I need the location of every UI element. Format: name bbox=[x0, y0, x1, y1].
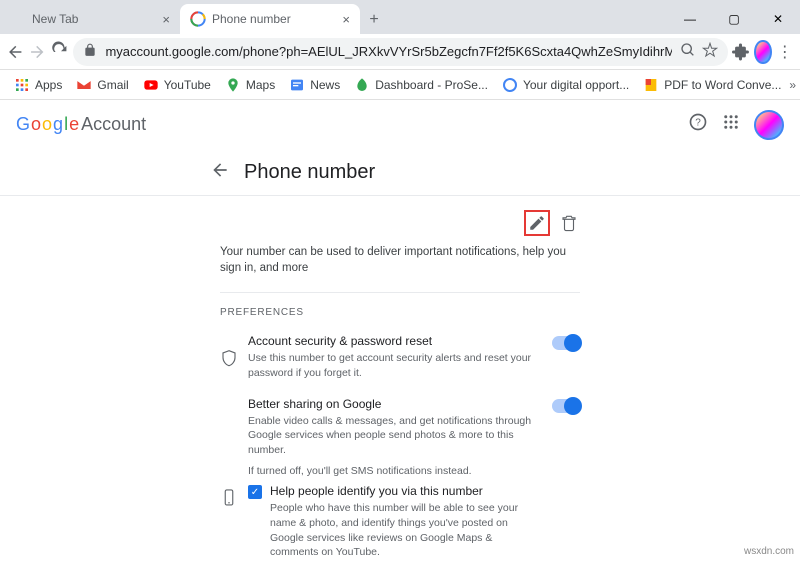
shield-icon bbox=[220, 334, 238, 380]
product-name: Account bbox=[81, 114, 146, 135]
browser-toolbar: myaccount.google.com/phone?ph=AElUL_JRXk… bbox=[0, 34, 800, 70]
lock-icon bbox=[83, 43, 97, 60]
tab-label: Phone number bbox=[212, 12, 291, 26]
leaf-icon bbox=[354, 77, 370, 93]
window-controls: — ▢ ✕ bbox=[668, 4, 800, 34]
google-logo[interactable]: Google bbox=[16, 114, 79, 135]
google-g-icon bbox=[502, 77, 518, 93]
bookmark-dashboard[interactable]: Dashboard - ProSe... bbox=[348, 73, 494, 97]
bookmark-youtube[interactable]: YouTube bbox=[137, 73, 217, 97]
content-scroll[interactable]: Your number can be used to deliver impor… bbox=[0, 196, 800, 561]
pref-subtitle: Use this number to get account security … bbox=[248, 351, 542, 380]
profile-avatar[interactable] bbox=[754, 40, 771, 64]
section-preferences: PREFERENCES bbox=[220, 307, 580, 318]
checkbox-identify[interactable]: ✓ bbox=[248, 485, 262, 499]
pref-subtitle: Enable video calls & messages, and get n… bbox=[248, 414, 542, 458]
pencil-edit-icon[interactable] bbox=[528, 214, 546, 232]
bookmark-pdf[interactable]: PDF to Word Conve... bbox=[637, 73, 787, 97]
google-favicon-icon bbox=[190, 11, 206, 27]
trash-delete-icon[interactable] bbox=[560, 214, 578, 232]
pref-title: Account security & password reset bbox=[248, 334, 542, 348]
tab-label: New Tab bbox=[32, 12, 78, 26]
subpref-title: Help people identify you via this number bbox=[270, 484, 542, 498]
bookmark-label: Gmail bbox=[97, 78, 128, 92]
watermark: wsxdn.com bbox=[744, 546, 794, 557]
pref-extra: If turned off, you'll get SMS notificati… bbox=[248, 464, 542, 479]
maximize-button[interactable]: ▢ bbox=[712, 4, 756, 34]
browser-titlebar: New Tab × Phone number × + — ▢ ✕ bbox=[0, 0, 800, 34]
pref-better-sharing: Better sharing on Google Enable video ca… bbox=[220, 391, 580, 561]
subpref-sub: People who have this number will be able… bbox=[270, 501, 542, 560]
bookmark-digital[interactable]: Your digital opport... bbox=[496, 73, 635, 97]
browser-tab[interactable]: New Tab × bbox=[0, 4, 180, 34]
forward-button[interactable] bbox=[28, 38, 46, 66]
pref-title: Better sharing on Google bbox=[248, 397, 542, 411]
browser-tab[interactable]: Phone number × bbox=[180, 4, 360, 34]
account-avatar[interactable] bbox=[754, 110, 784, 140]
extensions-icon[interactable] bbox=[732, 38, 750, 66]
toggle-account-security[interactable] bbox=[552, 336, 580, 350]
bookmark-label: News bbox=[310, 78, 340, 92]
back-button[interactable] bbox=[6, 38, 24, 66]
youtube-icon bbox=[143, 77, 159, 93]
address-bar[interactable]: myaccount.google.com/phone?ph=AElUL_JRXk… bbox=[73, 38, 727, 66]
back-arrow-icon[interactable] bbox=[210, 160, 230, 185]
page-title-bar: Phone number bbox=[0, 150, 800, 196]
news-icon bbox=[289, 77, 305, 93]
bookmark-label: Dashboard - ProSe... bbox=[375, 78, 488, 92]
phone-device-icon bbox=[220, 397, 238, 561]
edit-button-highlight bbox=[524, 210, 550, 236]
bookmark-label: Your digital opport... bbox=[523, 78, 629, 92]
svg-text:?: ? bbox=[695, 117, 701, 128]
reload-button[interactable] bbox=[51, 38, 69, 66]
phone-desc: Your number can be used to deliver impor… bbox=[220, 244, 580, 293]
bookmark-label: Apps bbox=[35, 78, 62, 92]
subpref-identify: ✓ Help people identify you via this numb… bbox=[248, 484, 542, 561]
chrome-menu-icon[interactable]: ⋮ bbox=[776, 38, 794, 66]
new-tab-button[interactable]: + bbox=[360, 6, 388, 34]
close-tab-icon[interactable]: × bbox=[162, 12, 170, 27]
url-text: myaccount.google.com/phone?ph=AElUL_JRXk… bbox=[105, 44, 671, 59]
bookmark-news[interactable]: News bbox=[283, 73, 346, 97]
gmail-icon bbox=[76, 77, 92, 93]
bookmarks-bar: Apps Gmail YouTube Maps News Dashboard -… bbox=[0, 70, 800, 100]
page-title: Phone number bbox=[244, 161, 375, 184]
tab-favicon bbox=[10, 11, 26, 27]
bookmarks-overflow-icon[interactable]: » bbox=[789, 78, 800, 92]
help-icon[interactable]: ? bbox=[688, 112, 708, 137]
zoom-icon[interactable] bbox=[680, 42, 696, 61]
pref-account-security: Account security & password reset Use th… bbox=[220, 328, 580, 390]
maps-pin-icon bbox=[225, 77, 241, 93]
bookmark-apps[interactable]: Apps bbox=[8, 73, 68, 97]
bookmark-maps[interactable]: Maps bbox=[219, 73, 281, 97]
bookmark-label: PDF to Word Conve... bbox=[664, 78, 781, 92]
bookmark-label: YouTube bbox=[164, 78, 211, 92]
pdf-icon bbox=[643, 77, 659, 93]
star-icon[interactable] bbox=[702, 42, 718, 61]
account-header: Google Account ? bbox=[0, 100, 800, 150]
apps-grid-icon[interactable] bbox=[722, 113, 740, 136]
minimize-button[interactable]: — bbox=[668, 4, 712, 34]
close-window-button[interactable]: ✕ bbox=[756, 4, 800, 34]
bookmark-label: Maps bbox=[246, 78, 275, 92]
toggle-better-sharing[interactable] bbox=[552, 399, 580, 413]
apps-icon bbox=[14, 77, 30, 93]
close-tab-icon[interactable]: × bbox=[342, 12, 350, 27]
bookmark-gmail[interactable]: Gmail bbox=[70, 73, 134, 97]
